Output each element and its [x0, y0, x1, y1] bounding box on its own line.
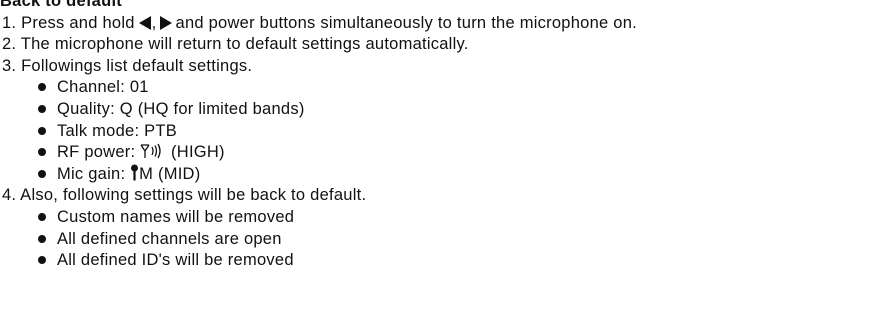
default-mic-gain-text: Mic gain: M (MID) [38, 164, 201, 183]
bullet-icon [38, 234, 46, 243]
bullet-icon [38, 212, 46, 221]
default-rf-power-text: RF power: (HIGH) [38, 143, 225, 161]
step-1-prefix: 1. Press and hold [2, 13, 135, 32]
step-1-separator: , [151, 13, 157, 32]
bullet-icon [38, 104, 46, 113]
also-default-item: All defined channels are open [0, 229, 870, 251]
right-triangle-icon [159, 15, 172, 30]
antenna-signal-icon [140, 143, 166, 159]
section-heading: Back to default [0, 0, 123, 10]
rf-power-value: (HIGH) [171, 143, 225, 162]
bullet-icon [38, 126, 46, 135]
mic-gain-value: M (MID) [139, 164, 201, 183]
microphone-icon [130, 164, 139, 181]
instructions-document: Back to default 1. Press and hold, and po… [0, 0, 870, 272]
bullet-icon [38, 169, 46, 178]
default-quality-text: Quality: Q (HQ for limited bands) [57, 99, 305, 118]
also-default-text: All defined ID's will be removed [57, 251, 294, 270]
also-default-text: Custom names will be removed [57, 207, 295, 226]
left-triangle-icon [138, 15, 151, 30]
step-1-suffix: and power buttons simultaneously to turn… [175, 13, 637, 32]
default-quality-item: Quality: Q (HQ for limited bands) [0, 99, 870, 121]
default-rf-power-item: RF power: (HIGH) [0, 142, 870, 164]
default-talk-mode-text: Talk mode: PTB [57, 121, 177, 140]
default-mic-gain-item: Mic gain: M (MID) [0, 164, 870, 186]
step-2: 2. The microphone will return to default… [2, 35, 469, 54]
step-1: 1. Press and hold, and power buttons simu… [0, 13, 870, 35]
mic-gain-label: Mic gain: [57, 164, 126, 183]
default-channel-item: Channel: 01 [0, 77, 870, 99]
rf-power-label: RF power: [57, 143, 136, 162]
default-talk-mode-item: Talk mode: PTB [0, 121, 870, 143]
step-4: 4. Also, following settings will be back… [2, 186, 367, 205]
step-3: 3. Followings list default settings. [2, 56, 253, 75]
also-default-item: Custom names will be removed [0, 207, 870, 229]
also-default-text: All defined channels are open [57, 229, 282, 248]
default-channel-text: Channel: 01 [57, 78, 149, 97]
also-default-item: All defined ID's will be removed [0, 250, 870, 272]
